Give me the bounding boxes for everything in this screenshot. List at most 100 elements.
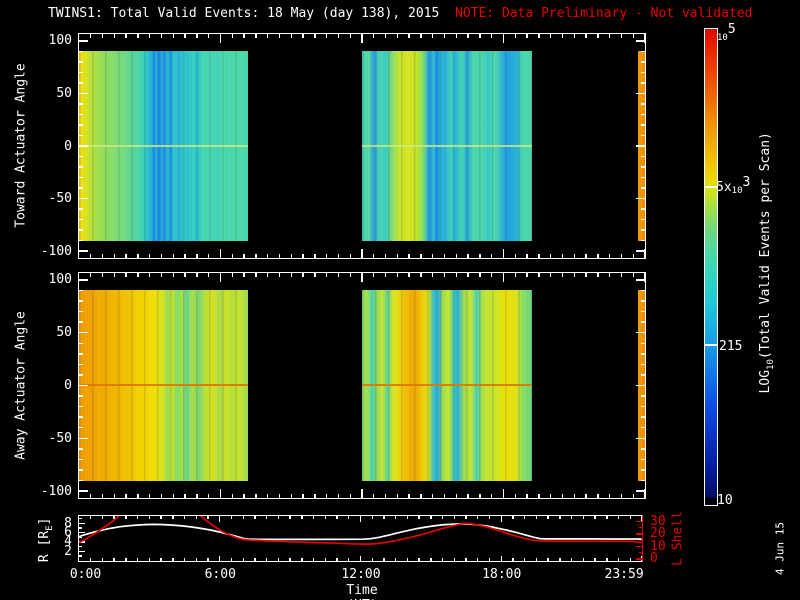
axis-tick (90, 494, 92, 498)
axis-tick (101, 34, 104, 38)
axis-tick (643, 34, 646, 43)
time-axis-label: Time (UT) (346, 583, 378, 600)
heatmap-block (79, 51, 249, 241)
axis-tick (79, 395, 83, 397)
axis-tick (125, 494, 127, 498)
axis-tick (325, 494, 328, 498)
axis-tick (266, 273, 269, 277)
axis-tick (266, 254, 269, 258)
axis-tick (561, 273, 564, 277)
axis-tick (643, 273, 646, 282)
axis-tick (597, 494, 599, 498)
axis-tick (641, 134, 645, 137)
axis-tick (641, 427, 645, 429)
axis-tick (373, 494, 375, 498)
axis-tick (641, 124, 645, 126)
axis-tick (641, 321, 645, 323)
axis-tick (636, 250, 645, 252)
axis-tick (79, 405, 83, 408)
zero-angle-line (362, 384, 532, 387)
axis-tick (373, 34, 375, 38)
axis-tick (79, 279, 88, 281)
axis-tick (455, 254, 458, 258)
axis-tick (443, 34, 446, 38)
colorbar-title: LOG10(Total Valid Events per Scan) (758, 132, 776, 394)
axis-tick (196, 34, 198, 38)
axis-tick (349, 34, 351, 38)
axis-tick (526, 494, 528, 498)
axis-tick (149, 34, 151, 38)
axis-tick (432, 273, 434, 277)
axis-tick (79, 176, 83, 179)
axis-tick (597, 273, 599, 277)
axis-tick (325, 273, 328, 277)
axis-tick (396, 273, 399, 277)
toward-angle-axis-label: Toward Actuator Angle (13, 63, 29, 228)
axis-tick (196, 273, 198, 277)
axis-tick (514, 494, 516, 498)
axis-tick (160, 273, 163, 277)
axis-tick (608, 254, 611, 258)
axis-tick (573, 254, 575, 258)
axis-tick (641, 176, 645, 179)
axis-tick (79, 289, 83, 292)
axis-tick (636, 197, 645, 200)
axis-tick (302, 254, 304, 258)
axis-tick (125, 34, 127, 38)
axis-tick (361, 489, 363, 498)
axis-tick (349, 273, 351, 277)
axis-tick (526, 34, 528, 38)
axis-tick (373, 273, 375, 277)
axis-tick (160, 494, 163, 498)
axis-tick (255, 34, 257, 38)
axis-tick (137, 273, 139, 277)
axis-tick (538, 494, 540, 498)
axis-tick (172, 273, 175, 277)
axis-tick (641, 353, 645, 355)
axis-tick (278, 273, 281, 277)
axis-tick (408, 273, 410, 277)
axis-tick (79, 166, 83, 168)
axis-tick (636, 437, 645, 439)
axis-tick (408, 254, 410, 258)
axis-tick (137, 34, 139, 38)
axis-tick (641, 208, 645, 210)
axis-tick (90, 273, 92, 277)
axis-tick (641, 469, 645, 471)
axis-tick (79, 479, 83, 482)
axis-tick (79, 448, 83, 450)
axis-tick (491, 254, 493, 258)
axis-tick (184, 273, 186, 277)
axis-tick (597, 34, 599, 38)
r-curve (79, 523, 642, 541)
axis-tick (231, 254, 233, 258)
axis-tick (149, 494, 151, 498)
axis-tick (585, 254, 587, 258)
axis-tick (361, 34, 363, 43)
angle-tick-label: -50 (48, 191, 72, 207)
colorbar-dashed-mark (705, 343, 717, 346)
axis-tick (278, 494, 281, 498)
axis-tick (361, 273, 363, 282)
time-tick-label: 6:00 (204, 567, 236, 582)
axis-tick (549, 273, 552, 277)
axis-tick (219, 34, 222, 43)
axis-tick (396, 34, 399, 38)
axis-tick (90, 254, 92, 258)
axis-tick (79, 437, 88, 439)
page-title: TWINS1: Total Valid Events: 18 May (day … (48, 6, 440, 21)
axis-tick (243, 494, 245, 498)
axis-tick (526, 273, 528, 277)
axis-tick (79, 197, 88, 200)
axis-tick (641, 103, 645, 105)
axis-tick (641, 71, 645, 74)
axis-tick (549, 254, 552, 258)
axis-tick (561, 34, 564, 38)
axis-tick (420, 273, 422, 277)
axis-tick (243, 34, 245, 38)
axis-tick (302, 494, 304, 498)
axis-tick (231, 273, 233, 277)
axis-tick (79, 50, 83, 53)
away-angle-axis-label: Away Actuator Angle (13, 311, 29, 460)
time-tick-label: 0:00 (69, 567, 102, 582)
